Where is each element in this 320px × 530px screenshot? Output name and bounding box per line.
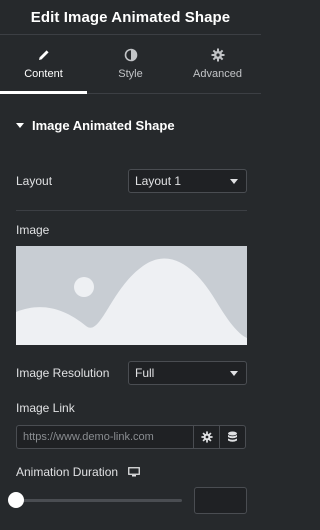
resolution-select[interactable]: Full: [128, 361, 247, 385]
link-row: Image Link: [16, 400, 247, 416]
tab-advanced-label: Advanced: [193, 68, 242, 80]
image-placeholder[interactable]: [16, 246, 247, 345]
duration-label: Animation Duration: [16, 465, 119, 479]
link-options-button[interactable]: [193, 425, 220, 449]
image-placeholder-icon: [16, 246, 247, 345]
tab-bar: Content Style Advanced: [0, 34, 261, 94]
dynamic-tags-button[interactable]: [219, 425, 246, 449]
tab-style[interactable]: Style: [87, 35, 174, 93]
divider: [16, 210, 247, 211]
desktop-icon[interactable]: [128, 467, 140, 477]
image-row: Image: [16, 222, 247, 238]
tab-content[interactable]: Content: [0, 35, 87, 94]
image-label: Image: [16, 223, 50, 237]
duration-slider-handle[interactable]: [8, 492, 24, 508]
half-circle-icon: [124, 48, 137, 62]
tab-advanced[interactable]: Advanced: [174, 35, 261, 93]
link-label: Image Link: [16, 401, 75, 415]
gear-icon: [211, 48, 224, 62]
gear-icon: [200, 431, 213, 443]
layout-label: Layout: [16, 174, 53, 188]
database-icon: [228, 431, 237, 442]
section-title: Image Animated Shape: [32, 117, 175, 133]
resolution-label: Image Resolution: [16, 366, 110, 380]
link-input-placeholder: https://www.demo-link.com: [23, 431, 154, 443]
section-header[interactable]: Image Animated Shape: [0, 100, 261, 150]
layout-select-value: Layout 1: [135, 174, 182, 188]
layout-select[interactable]: Layout 1: [128, 169, 247, 193]
duration-slider-track[interactable]: [16, 499, 182, 502]
pencil-icon: [38, 50, 49, 60]
resolution-select-value: Full: [135, 366, 155, 380]
link-input[interactable]: https://www.demo-link.com: [16, 425, 194, 449]
chevron-down-icon: [230, 371, 238, 376]
chevron-down-icon: [230, 179, 238, 184]
caret-down-icon: [16, 122, 24, 128]
panel-title: Edit Image Animated Shape: [30, 8, 231, 26]
tab-content-label: Content: [24, 68, 63, 80]
duration-row: Animation Duration: [16, 464, 247, 480]
duration-input[interactable]: [194, 487, 247, 514]
tab-style-label: Style: [118, 68, 143, 80]
